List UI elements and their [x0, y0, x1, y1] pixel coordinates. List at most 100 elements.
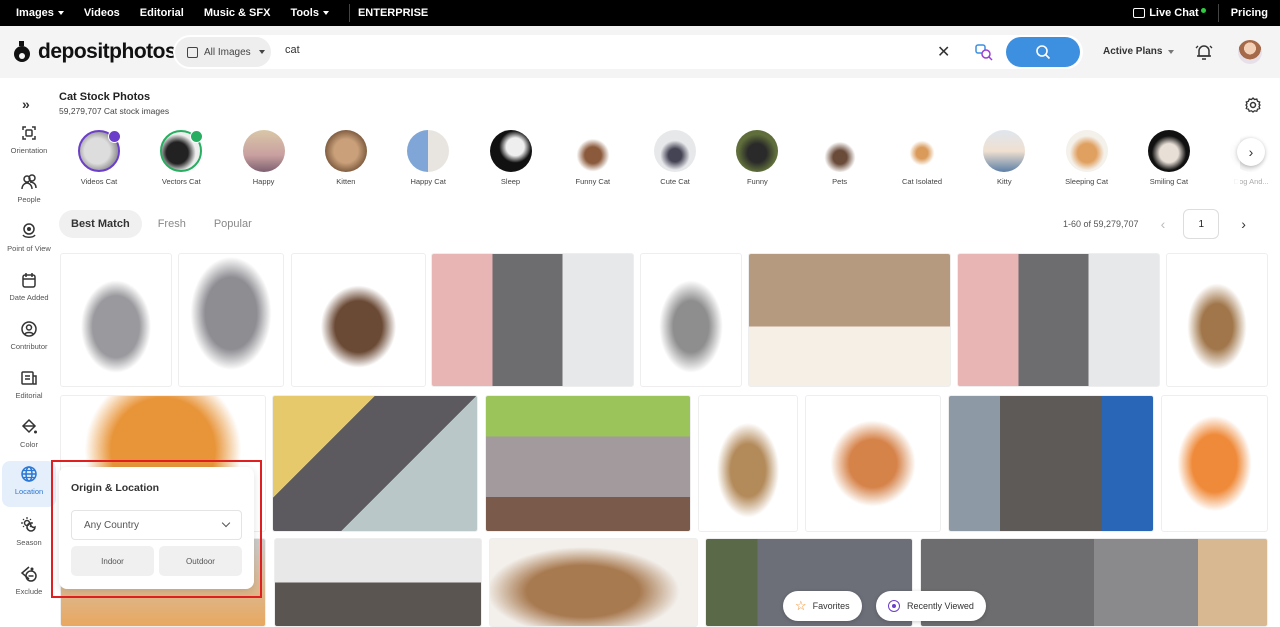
category-chip[interactable]: Sleeping Cat [1046, 130, 1128, 186]
sidebar-item-contributor[interactable]: Contributor [2, 316, 56, 362]
result-image[interactable] [957, 253, 1160, 387]
visual-search-icon[interactable] [975, 43, 993, 66]
category-chip[interactable]: Happy Cat [387, 130, 469, 186]
result-image[interactable] [274, 538, 482, 627]
favorites-button[interactable]: ☆ Favorites [783, 591, 862, 621]
sidebar-item-date-added[interactable]: Date Added [2, 267, 56, 313]
search-bar: All Images ✕ [173, 35, 1083, 69]
result-image[interactable] [1166, 253, 1268, 387]
category-chip[interactable]: Kitten [305, 130, 387, 186]
category-chip[interactable]: Vectors Cat [140, 130, 222, 186]
result-image[interactable] [1161, 395, 1268, 532]
active-plans-dropdown[interactable]: Active Plans [1103, 46, 1175, 57]
result-image[interactable] [489, 538, 698, 627]
nav-editorial[interactable]: Editorial [140, 7, 184, 19]
sidebar-item-orientation[interactable]: Orientation [2, 120, 56, 166]
result-image[interactable] [805, 395, 941, 532]
sidebar-item-point-of-view[interactable]: Point of View [2, 218, 56, 264]
search-button[interactable] [1006, 37, 1080, 67]
sidebar-item-label: Orientation [10, 146, 48, 155]
exclude-icon [20, 566, 37, 582]
video-badge-icon [108, 130, 121, 143]
category-thumbnail [736, 130, 779, 172]
result-image[interactable] [640, 253, 742, 387]
category-thumbnail [242, 130, 285, 172]
category-thumbnail [654, 130, 697, 172]
online-status-dot [1200, 7, 1206, 13]
caret-down-icon [1168, 49, 1175, 54]
category-label: Kitty [997, 177, 1012, 186]
category-label: Kitten [336, 177, 356, 186]
search-type-dropdown[interactable]: All Images [175, 37, 271, 67]
pricing-link[interactable]: Pricing [1231, 7, 1268, 19]
prev-page-button[interactable]: ‹ [1161, 216, 1166, 232]
category-label: Smiling Cat [1149, 177, 1189, 186]
page-title: Cat Stock Photos [59, 91, 151, 103]
result-image[interactable] [178, 253, 284, 387]
category-chip[interactable]: Happy [223, 130, 305, 186]
category-chip[interactable]: Funny [716, 130, 798, 186]
bell-icon[interactable] [1194, 43, 1214, 66]
result-image[interactable] [485, 395, 691, 532]
nav-tools[interactable]: Tools [290, 7, 329, 19]
nav-videos[interactable]: Videos [84, 7, 120, 19]
page-number-input[interactable]: 1 [1183, 209, 1220, 239]
popup-title: Origin & Location [71, 482, 160, 494]
category-chip[interactable]: Pets [799, 130, 881, 186]
nav-images[interactable]: Images [16, 7, 64, 19]
categories-next-button[interactable]: › [1237, 138, 1265, 166]
indoor-button[interactable]: Indoor [71, 546, 154, 576]
chat-bubble-icon [1133, 8, 1146, 18]
tab-fresh[interactable]: Fresh [146, 210, 198, 238]
result-image[interactable] [698, 395, 798, 532]
category-label: Funny [746, 177, 768, 186]
category-chip[interactable]: Smiling Cat [1128, 130, 1210, 186]
user-avatar[interactable] [1238, 40, 1262, 64]
category-chip[interactable]: Sleep [470, 130, 552, 186]
outdoor-button[interactable]: Outdoor [159, 546, 242, 576]
category-chip[interactable]: Funny Cat [552, 130, 634, 186]
clear-search-icon[interactable]: ✕ [937, 42, 950, 62]
result-image[interactable] [291, 253, 426, 387]
sidebar-item-label: Point of View [7, 244, 51, 253]
sidebar-item-exclude[interactable]: Exclude [2, 561, 56, 607]
result-image[interactable] [60, 253, 172, 387]
category-chip[interactable]: Videos Cat [58, 130, 140, 186]
category-label: Happy Cat [410, 177, 446, 186]
star-icon: ☆ [795, 598, 807, 613]
double-chevron-right-icon[interactable]: » [22, 96, 30, 112]
category-thumbnail [818, 130, 861, 172]
result-image[interactable] [431, 253, 634, 387]
nav-enterprise[interactable]: ENTERPRISE [358, 7, 428, 19]
category-label: Vectors Cat [161, 177, 201, 186]
category-thumbnail [571, 130, 614, 172]
sidebar-item-people[interactable]: People [2, 169, 56, 215]
category-chip[interactable]: Cute Cat [634, 130, 716, 186]
country-select[interactable]: Any Country [71, 510, 242, 540]
sidebar-item-season[interactable]: Season [2, 512, 56, 558]
nav-music-sfx[interactable]: Music & SFX [204, 7, 271, 19]
category-thumbnail [901, 130, 943, 172]
category-chip[interactable]: Kitty [963, 130, 1045, 186]
result-image[interactable] [272, 395, 478, 532]
recently-viewed-button[interactable]: Recently Viewed [876, 591, 986, 621]
live-chat-link[interactable]: Live Chat [1149, 7, 1199, 19]
sidebar-item-color[interactable]: Color [2, 414, 56, 460]
result-image[interactable] [948, 395, 1154, 532]
next-page-button[interactable]: › [1241, 216, 1246, 232]
category-thumbnail [160, 130, 204, 172]
category-chip[interactable]: Cat Isolated [881, 130, 963, 186]
vector-badge-icon [190, 130, 204, 143]
search-input[interactable] [285, 44, 885, 56]
tab-best-match[interactable]: Best Match [59, 210, 142, 238]
category-thumbnail [489, 130, 532, 172]
eye-icon [888, 600, 900, 612]
search-type-label: All Images [204, 46, 251, 58]
gear-icon[interactable] [1244, 96, 1262, 119]
sidebar-item-editorial[interactable]: Editorial [2, 365, 56, 411]
result-image[interactable] [748, 253, 951, 387]
globe-icon [21, 466, 37, 482]
sidebar-item-location[interactable]: Location [2, 461, 56, 507]
tab-popular[interactable]: Popular [202, 210, 264, 238]
logo[interactable]: depositphotos [12, 40, 177, 64]
